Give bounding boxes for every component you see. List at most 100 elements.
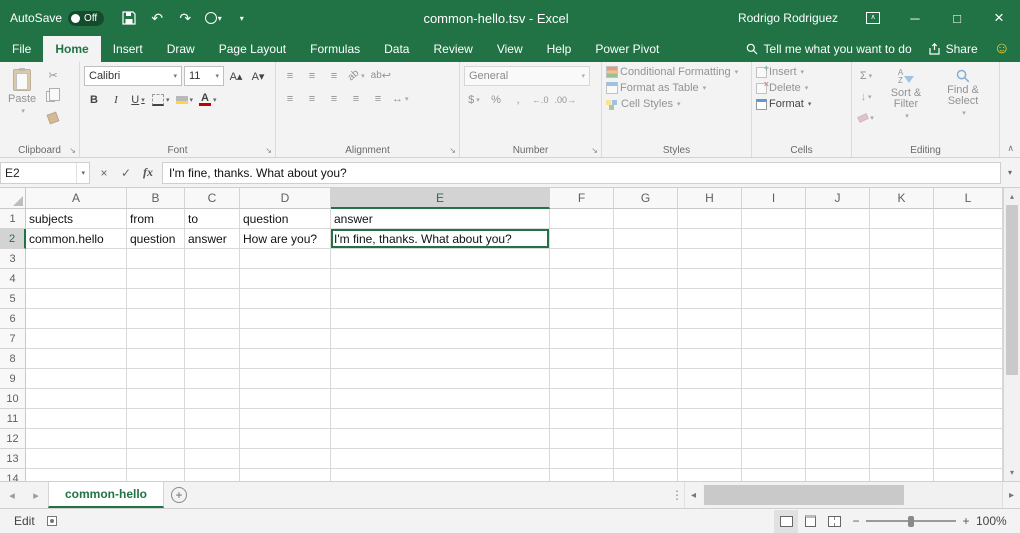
cell-H13[interactable]	[678, 449, 742, 469]
cell-H1[interactable]	[678, 209, 742, 229]
font-name-select[interactable]: Calibri▾	[84, 66, 182, 86]
ribbon-tab-help[interactable]: Help	[535, 36, 584, 62]
cell-A13[interactable]	[26, 449, 127, 469]
cell-H4[interactable]	[678, 269, 742, 289]
autosum-button[interactable]: Σ▾	[856, 66, 876, 85]
cell-I2[interactable]	[742, 229, 806, 249]
cell-B8[interactable]	[127, 349, 185, 369]
cell-J5[interactable]	[806, 289, 870, 309]
cell-G1[interactable]	[614, 209, 678, 229]
quick-access-customize-button[interactable]: ▾	[228, 5, 254, 31]
row-header-10[interactable]: 10	[0, 389, 26, 409]
cell-I13[interactable]	[742, 449, 806, 469]
cell-F12[interactable]	[550, 429, 614, 449]
minimize-button[interactable]: ─	[894, 0, 936, 36]
cell-C1[interactable]: to	[185, 209, 240, 229]
cell-I8[interactable]	[742, 349, 806, 369]
align-top-button[interactable]: ≡	[280, 66, 300, 85]
cell-D4[interactable]	[240, 269, 331, 289]
formula-bar-expand-button[interactable]: ▾	[1001, 168, 1019, 177]
cell-G11[interactable]	[614, 409, 678, 429]
cell-F4[interactable]	[550, 269, 614, 289]
cell-E8[interactable]	[331, 349, 550, 369]
ribbon-tab-file[interactable]: File	[0, 36, 43, 62]
cell-F1[interactable]	[550, 209, 614, 229]
cell-C7[interactable]	[185, 329, 240, 349]
paste-button[interactable]: Paste ▾	[4, 66, 40, 127]
tell-me-box[interactable]: Tell me what you want to do	[746, 42, 912, 56]
cell-C14[interactable]	[185, 469, 240, 481]
cell-D6[interactable]	[240, 309, 331, 329]
cell-H2[interactable]	[678, 229, 742, 249]
copy-button[interactable]: ▾	[43, 87, 63, 106]
ribbon-tab-draw[interactable]: Draw	[155, 36, 207, 62]
hscroll-thumb[interactable]	[704, 485, 904, 505]
format-painter-button[interactable]	[43, 108, 63, 127]
draw-mode-button[interactable]: ▾	[200, 5, 226, 31]
column-header-F[interactable]: F	[550, 188, 614, 209]
column-header-E[interactable]: E	[331, 188, 550, 209]
cut-button[interactable]: ✂	[43, 66, 63, 85]
cell-B14[interactable]	[127, 469, 185, 481]
row-header-1[interactable]: 1	[0, 209, 26, 229]
accounting-format-button[interactable]: $▾	[464, 90, 484, 109]
ribbon-tab-power-pivot[interactable]: Power Pivot	[583, 36, 671, 62]
vertical-scrollbar[interactable]: ▴ ▾	[1003, 188, 1020, 481]
cell-K12[interactable]	[870, 429, 934, 449]
cell-G3[interactable]	[614, 249, 678, 269]
cell-I12[interactable]	[742, 429, 806, 449]
cell-A6[interactable]	[26, 309, 127, 329]
cell-K7[interactable]	[870, 329, 934, 349]
cell-B1[interactable]: from	[127, 209, 185, 229]
comma-style-button[interactable]: ,	[508, 90, 528, 109]
cell-L8[interactable]	[934, 349, 1003, 369]
formula-input[interactable]: I'm fine, thanks. What about you?	[162, 162, 1001, 184]
cell-G6[interactable]	[614, 309, 678, 329]
cell-D9[interactable]	[240, 369, 331, 389]
row-header-8[interactable]: 8	[0, 349, 26, 369]
cell-D2[interactable]: How are you?	[240, 229, 331, 249]
percent-style-button[interactable]: %	[486, 90, 506, 109]
cell-G14[interactable]	[614, 469, 678, 481]
cell-I10[interactable]	[742, 389, 806, 409]
cell-K11[interactable]	[870, 409, 934, 429]
row-header-14[interactable]: 14	[0, 469, 26, 481]
cell-J2[interactable]	[806, 229, 870, 249]
insert-cells-button[interactable]: Insert ▾	[756, 66, 847, 78]
cell-J6[interactable]	[806, 309, 870, 329]
cell-I3[interactable]	[742, 249, 806, 269]
cell-D12[interactable]	[240, 429, 331, 449]
maximize-button[interactable]: □	[936, 0, 978, 36]
cell-C5[interactable]	[185, 289, 240, 309]
column-header-B[interactable]: B	[127, 188, 185, 209]
cell-H8[interactable]	[678, 349, 742, 369]
cell-K5[interactable]	[870, 289, 934, 309]
cell-F10[interactable]	[550, 389, 614, 409]
conditional-formatting-button[interactable]: Conditional Formatting ▾	[606, 66, 747, 78]
cell-L10[interactable]	[934, 389, 1003, 409]
cell-E2[interactable]: I'm fine, thanks. What about you?	[331, 229, 550, 249]
select-all-corner[interactable]	[0, 188, 26, 209]
cell-C6[interactable]	[185, 309, 240, 329]
cell-D11[interactable]	[240, 409, 331, 429]
page-break-view-button[interactable]	[822, 510, 846, 533]
font-color-button[interactable]: A▾	[197, 90, 219, 109]
ribbon-display-options-button[interactable]: ∧	[852, 0, 894, 36]
cell-H3[interactable]	[678, 249, 742, 269]
close-button[interactable]: ×	[978, 0, 1020, 36]
cell-B10[interactable]	[127, 389, 185, 409]
fill-color-button[interactable]: ▾	[174, 90, 196, 109]
cell-K1[interactable]	[870, 209, 934, 229]
cell-J1[interactable]	[806, 209, 870, 229]
cell-E13[interactable]	[331, 449, 550, 469]
decrease-indent-button[interactable]: ≡	[346, 89, 366, 108]
account-name[interactable]: Rodrigo Rodriguez	[738, 11, 838, 25]
column-header-H[interactable]: H	[678, 188, 742, 209]
save-button[interactable]	[116, 5, 142, 31]
collapse-ribbon-button[interactable]: ∧	[1007, 143, 1014, 154]
row-header-13[interactable]: 13	[0, 449, 26, 469]
clipboard-dialog-launcher[interactable]: ↘	[69, 146, 76, 155]
decrease-font-size-button[interactable]: A▾	[248, 67, 268, 86]
cell-I7[interactable]	[742, 329, 806, 349]
cell-B13[interactable]	[127, 449, 185, 469]
